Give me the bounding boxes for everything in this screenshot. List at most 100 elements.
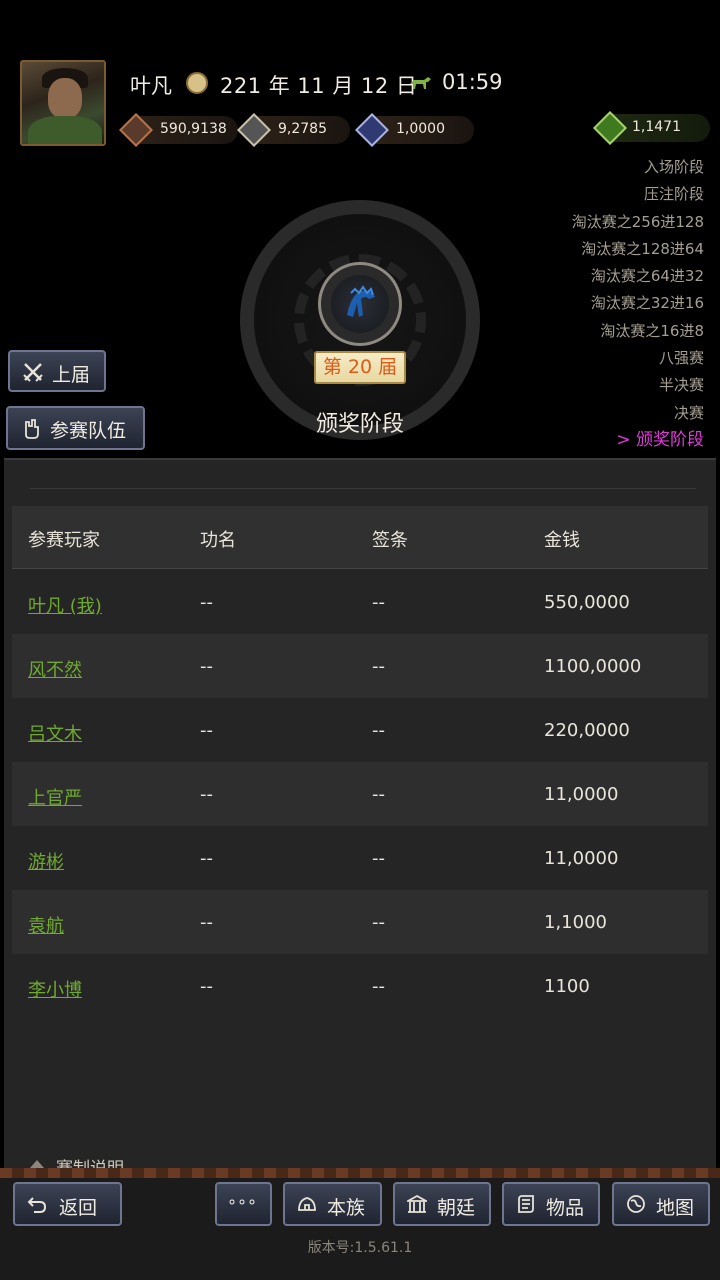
coins-resource[interactable]: 590,9138 [119, 113, 238, 147]
stage-item: 淘汰赛之64进32 [590, 267, 704, 286]
player-link[interactable]: 袁航 [28, 912, 64, 938]
merit-cell: -- [200, 784, 213, 805]
header-merit: 功名 [200, 530, 236, 551]
more-button[interactable]: ∘∘∘ [215, 1182, 272, 1226]
stage-item: 八强赛 [658, 349, 704, 368]
merit-cell: -- [200, 720, 213, 741]
money-bag-resource[interactable]: 1,1471 [593, 111, 710, 145]
merit-cell: -- [200, 592, 213, 613]
crossed-swords-icon [23, 363, 43, 382]
previous-session-label: 上届 [52, 364, 91, 386]
yurt-icon [298, 1197, 316, 1211]
expand-triangle-icon[interactable] [30, 1160, 44, 1168]
merit-cell: -- [200, 976, 213, 997]
stage-item: 淘汰赛之256进128 [571, 212, 704, 231]
return-arrow-icon [27, 1197, 47, 1213]
money-cell: 220,0000 [544, 720, 630, 741]
money-cell: 550,0000 [544, 592, 630, 613]
player-link[interactable]: 李小博 [28, 976, 82, 1002]
stage-item: 淘汰赛之16进8 [600, 321, 704, 340]
version-label: 版本号:1.5.61.1 [307, 1240, 413, 1256]
tag-cell: -- [372, 912, 385, 933]
stage-item: 入场阶段 [643, 158, 704, 176]
tag-cell: -- [372, 848, 385, 869]
money-cell: 1,1000 [544, 912, 607, 933]
player-link[interactable]: 风不然 [28, 656, 82, 682]
coins-icon [119, 113, 153, 147]
stage-title: 颁奖阶段 [315, 412, 404, 437]
stage-item: 半决赛 [658, 376, 704, 395]
map-label: 地图 [656, 1197, 695, 1219]
game-date: 221 年 11 月 12 日 [220, 74, 418, 98]
tag-cell: -- [372, 720, 385, 741]
tag-cell: -- [372, 784, 385, 805]
grain-value: 9,2785 [278, 121, 327, 137]
money-cell: 1100 [544, 976, 590, 997]
tag-cell: -- [372, 976, 385, 997]
player-link[interactable]: 上官严 [28, 784, 82, 810]
calendar-icon [186, 72, 208, 94]
merit-cell: -- [200, 656, 213, 677]
stage-list: 入场阶段 压注阶段 淘汰赛之256进128 淘汰赛之128进64 淘汰赛之64进… [572, 154, 704, 454]
coins-value: 590,9138 [160, 121, 227, 137]
table-row: 上官严 -- -- 11,0000 [12, 762, 708, 826]
stage-item: 压注阶段 [643, 185, 704, 204]
player-link[interactable]: 吕文木 [28, 720, 82, 746]
table-row: 李小博 -- -- 1100 [12, 954, 708, 1018]
globe-icon [627, 1195, 645, 1213]
header-tag: 签条 [372, 530, 408, 551]
table-row: 叶凡 (我) -- -- 550,0000 [12, 570, 708, 634]
header-money: 金钱 [544, 530, 580, 551]
court-button[interactable]: 朝廷 [393, 1182, 491, 1226]
player-avatar[interactable] [20, 60, 106, 146]
scroll-icon [518, 1195, 534, 1213]
stage-item-current: > 颁奖阶段 [616, 429, 704, 450]
palace-icon [407, 1194, 427, 1213]
teams-label: 参赛队伍 [50, 420, 127, 442]
merit-cell: -- [200, 848, 213, 869]
glove-icon [25, 419, 39, 439]
game-time: 01:59 [442, 70, 503, 94]
items-button[interactable]: 物品 [502, 1182, 600, 1226]
money-bag-icon [593, 111, 627, 145]
grain-resource[interactable]: 9,2785 [237, 113, 350, 147]
session-badge: 第 20 届 [314, 351, 406, 384]
court-label: 朝廷 [437, 1197, 476, 1219]
money-cell: 11,0000 [544, 784, 619, 805]
bottom-bar-rim [0, 1168, 720, 1178]
soldier-value: 1,0000 [396, 121, 445, 137]
previous-session-button[interactable]: 上届 [8, 350, 106, 392]
money-bag-value: 1,1471 [632, 119, 681, 135]
tag-cell: -- [372, 592, 385, 613]
tag-cell: -- [372, 656, 385, 677]
table-row: 吕文木 -- -- 220,0000 [12, 698, 708, 762]
grain-icon [237, 113, 271, 147]
table-row: 袁航 -- -- 1,1000 [12, 890, 708, 954]
merit-cell: -- [200, 912, 213, 933]
player-link[interactable]: 游彬 [28, 848, 64, 874]
teams-button[interactable]: 参赛队伍 [6, 406, 145, 450]
soldier-icon [355, 113, 389, 147]
horse-icon [410, 77, 431, 89]
table-row: 游彬 -- -- 11,0000 [12, 826, 708, 890]
stage-item: 淘汰赛之128进64 [581, 239, 704, 258]
more-dots-icon: ∘∘∘ [227, 1192, 258, 1211]
map-button[interactable]: 地图 [612, 1182, 710, 1226]
stage-item: 淘汰赛之32进16 [590, 294, 704, 313]
soldier-resource[interactable]: 1,0000 [355, 113, 474, 147]
back-label: 返回 [59, 1197, 98, 1219]
stage-item: 决赛 [673, 403, 704, 422]
back-button[interactable]: 返回 [13, 1182, 122, 1226]
header-player: 参赛玩家 [28, 530, 100, 551]
money-cell: 11,0000 [544, 848, 619, 869]
items-label: 物品 [546, 1197, 585, 1219]
results-table-header: 参赛玩家 功名 签条 金钱 [12, 506, 708, 569]
player-name: 叶凡 [130, 74, 172, 98]
table-row: 风不然 -- -- 1100,0000 [12, 634, 708, 698]
clan-label: 本族 [327, 1197, 366, 1219]
clan-button[interactable]: 本族 [283, 1182, 382, 1226]
tournament-medal-icon [318, 262, 402, 346]
money-cell: 1100,0000 [544, 656, 642, 677]
player-link[interactable]: 叶凡 (我) [28, 592, 102, 618]
panel-divider [30, 488, 696, 489]
